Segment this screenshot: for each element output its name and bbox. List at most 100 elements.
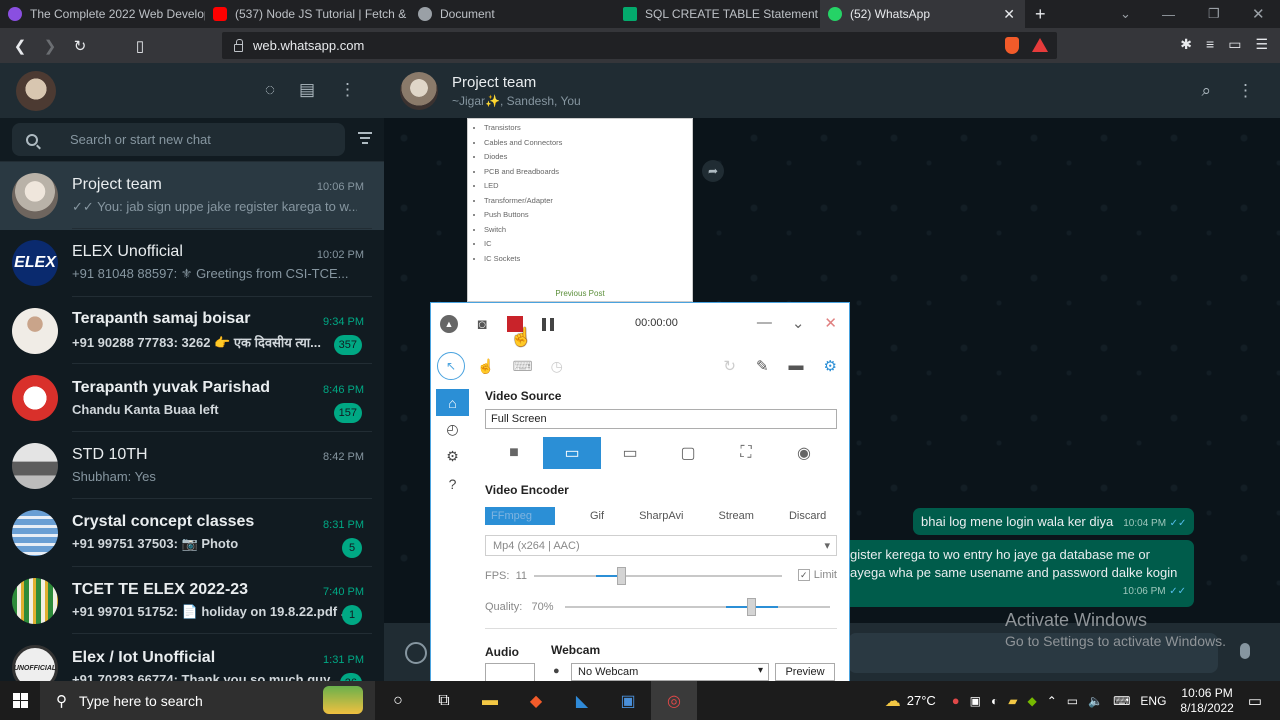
outgoing-message[interactable]: gister kerega to wo entry ho jaye ga dat… (842, 540, 1194, 607)
recording-tray-icon[interactable]: ● (952, 693, 960, 708)
search-input[interactable]: Search or start new chat (12, 123, 345, 156)
tray-app-icon[interactable]: ◐ (991, 694, 998, 708)
tray-app-icon[interactable]: ▰ (1008, 694, 1017, 708)
webcam-dropdown[interactable]: No Webcam ▾ (571, 663, 769, 681)
timer-icon[interactable]: ◷ (551, 358, 563, 375)
forward-icon[interactable]: ❯ (35, 37, 65, 55)
home-icon[interactable]: ⌂ (436, 389, 469, 416)
restore-icon[interactable]: ❐ (1208, 0, 1220, 28)
volume-icon[interactable]: 🔈 (1088, 694, 1103, 708)
minimize-icon[interactable]: — (1162, 0, 1175, 28)
browser-tab-active[interactable]: (52) WhatsApp ✕ (820, 0, 1025, 28)
conversation-header[interactable]: Project team ~Jigar✨, Sandesh, You ⌕ ⋮ (384, 63, 1280, 118)
forward-icon[interactable]: ➦ (702, 160, 724, 182)
nvidia-icon[interactable]: ◆ (1027, 694, 1036, 708)
close-icon[interactable]: ✕ (824, 314, 837, 332)
file-explorer-icon[interactable]: ▬ (467, 681, 513, 720)
minimize-to-tray-icon[interactable]: ⌄ (792, 314, 805, 332)
collapse-icon[interactable]: ▲ (439, 314, 459, 334)
brave-browser-icon[interactable]: ◆ (513, 681, 559, 720)
chat-item[interactable]: Crystal concept classes +91 99751 37503: … (0, 500, 384, 568)
task-view-icon[interactable]: ⧉ (421, 681, 467, 720)
new-chat-icon[interactable]: ▤ (299, 80, 315, 100)
pen-icon[interactable]: ✎ (756, 357, 769, 375)
playlist-icon[interactable]: ≡ (1206, 36, 1214, 53)
webcam-source-icon[interactable]: ■ (485, 437, 543, 469)
menu-icon[interactable]: ☰ (1255, 36, 1268, 53)
refresh-icon[interactable]: ↻ (723, 357, 736, 375)
emoji-icon[interactable] (405, 642, 427, 664)
clock[interactable]: 10:06 PM 8/18/2022 (1180, 686, 1233, 716)
click-icon[interactable]: ☝ (477, 358, 494, 375)
fps-slider-track[interactable] (534, 575, 782, 577)
microphone-icon[interactable] (1240, 643, 1250, 659)
chat-item[interactable]: Project team ✓✓ You: jab sign uppe jake r… (0, 162, 384, 230)
filter-icon[interactable] (358, 132, 372, 144)
search-icon[interactable]: ⌕ (1201, 81, 1211, 101)
status-icon[interactable]: ◌ (265, 80, 275, 100)
chat-item[interactable]: Terapanth samaj boisar +91 90288 77783: 3… (0, 297, 384, 365)
encoder-tab[interactable]: Stream (719, 510, 754, 522)
gamepad-source-icon[interactable]: ◉ (775, 437, 833, 469)
help-icon[interactable]: ? (436, 470, 469, 497)
keystrokes-icon[interactable]: ⌨ (512, 358, 532, 375)
preview-button[interactable]: Preview (775, 663, 835, 681)
brave-shields-icon[interactable] (1005, 37, 1019, 54)
wallet-icon[interactable]: ▭ (1228, 36, 1241, 53)
chat-item[interactable]: STD 10TH Shubham: Yes 8:42 PM (0, 432, 384, 500)
my-avatar[interactable] (16, 70, 56, 111)
video-source-field[interactable]: Full Screen (485, 409, 837, 429)
notifications-icon[interactable]: ▭ (1248, 692, 1262, 710)
browser-tab[interactable]: (537) Node JS Tutorial | Fetch & D (205, 0, 410, 28)
network-icon[interactable]: ▭ (1067, 694, 1078, 708)
fullscreen-source-icon[interactable]: ▭ (543, 437, 601, 469)
menu-dots-icon[interactable]: ⋮ (1237, 81, 1254, 101)
format-dropdown[interactable]: Mp4 (x264 | AAC) (485, 535, 837, 556)
back-icon[interactable]: ❮ (5, 37, 35, 55)
taskbar-search[interactable]: ⚲ Type here to search (40, 681, 375, 720)
encoder-tab[interactable]: SharpAvi (639, 510, 683, 522)
browser-tab[interactable]: The Complete 2022 Web Develop (0, 0, 205, 28)
new-tab-icon[interactable]: + (1035, 4, 1046, 25)
encoder-tab[interactable]: Discard (789, 510, 826, 522)
chat-item[interactable]: ELEX ELEX Unofficial +91 81048 88597: ⚜ G… (0, 230, 384, 298)
browser-tab[interactable]: Document (410, 0, 615, 28)
pause-button[interactable] (538, 314, 558, 334)
chat-item[interactable]: TCET TE ELEX 2022-23 +91 99701 51752: 📄 h… (0, 567, 384, 635)
search-highlight-icon[interactable] (323, 686, 363, 714)
settings-icon[interactable]: ⚙ (824, 357, 837, 375)
brave-rewards-icon[interactable] (1032, 38, 1048, 52)
tab-search-icon[interactable]: ⌄ (1120, 0, 1131, 28)
browser-tab[interactable]: SQL CREATE TABLE Statement (615, 0, 820, 28)
reload-icon[interactable]: ↻ (65, 37, 95, 55)
shared-image-message[interactable]: Transistors Cables and Connectors Diodes… (467, 118, 693, 302)
menu-dots-icon[interactable]: ⋮ (339, 80, 356, 100)
tray-app-icon[interactable]: ▣ (970, 694, 981, 708)
vscode-icon[interactable]: ◣ (559, 681, 605, 720)
keyboard-icon[interactable]: ⌨ (1113, 694, 1130, 708)
encoder-tab[interactable]: Gif (590, 510, 604, 522)
audio-selector[interactable] (485, 663, 535, 681)
close-tab-icon[interactable]: ✕ (1003, 6, 1015, 23)
recording-app-icon[interactable]: ◎ (651, 681, 697, 720)
cortana-icon[interactable]: ○ (375, 681, 421, 720)
address-bar[interactable]: web.whatsapp.com (222, 32, 1057, 59)
quality-slider-track[interactable] (565, 606, 830, 608)
folder-icon[interactable]: ▬ (789, 357, 804, 375)
group-avatar[interactable] (400, 71, 438, 110)
chat-item[interactable]: Terapanth yuvak Parishad Chandu Kanta Bua… (0, 365, 384, 433)
screen-source-icon[interactable]: ▭ (601, 437, 659, 469)
history-icon[interactable]: ◴ (436, 416, 469, 443)
bookmark-icon[interactable]: ▯ (125, 37, 155, 55)
outgoing-message[interactable]: bhai log mene login wala ker diya 10:04 P… (913, 508, 1195, 535)
fps-slider-thumb[interactable] (616, 567, 626, 585)
close-window-icon[interactable]: ✕ (1252, 0, 1265, 28)
cursor-icon[interactable]: ↖ (437, 352, 465, 380)
chevron-up-icon[interactable]: ⌃ (1047, 694, 1057, 708)
settings-icon[interactable]: ⚙ (436, 443, 469, 470)
quality-slider-thumb[interactable] (746, 598, 756, 616)
language-indicator[interactable]: ENG (1140, 694, 1166, 708)
screen-recorder-app-icon[interactable]: ▣ (605, 681, 651, 720)
camera-icon[interactable]: ◙ (472, 314, 492, 334)
encoder-tab[interactable]: FFmpeg (485, 507, 555, 525)
